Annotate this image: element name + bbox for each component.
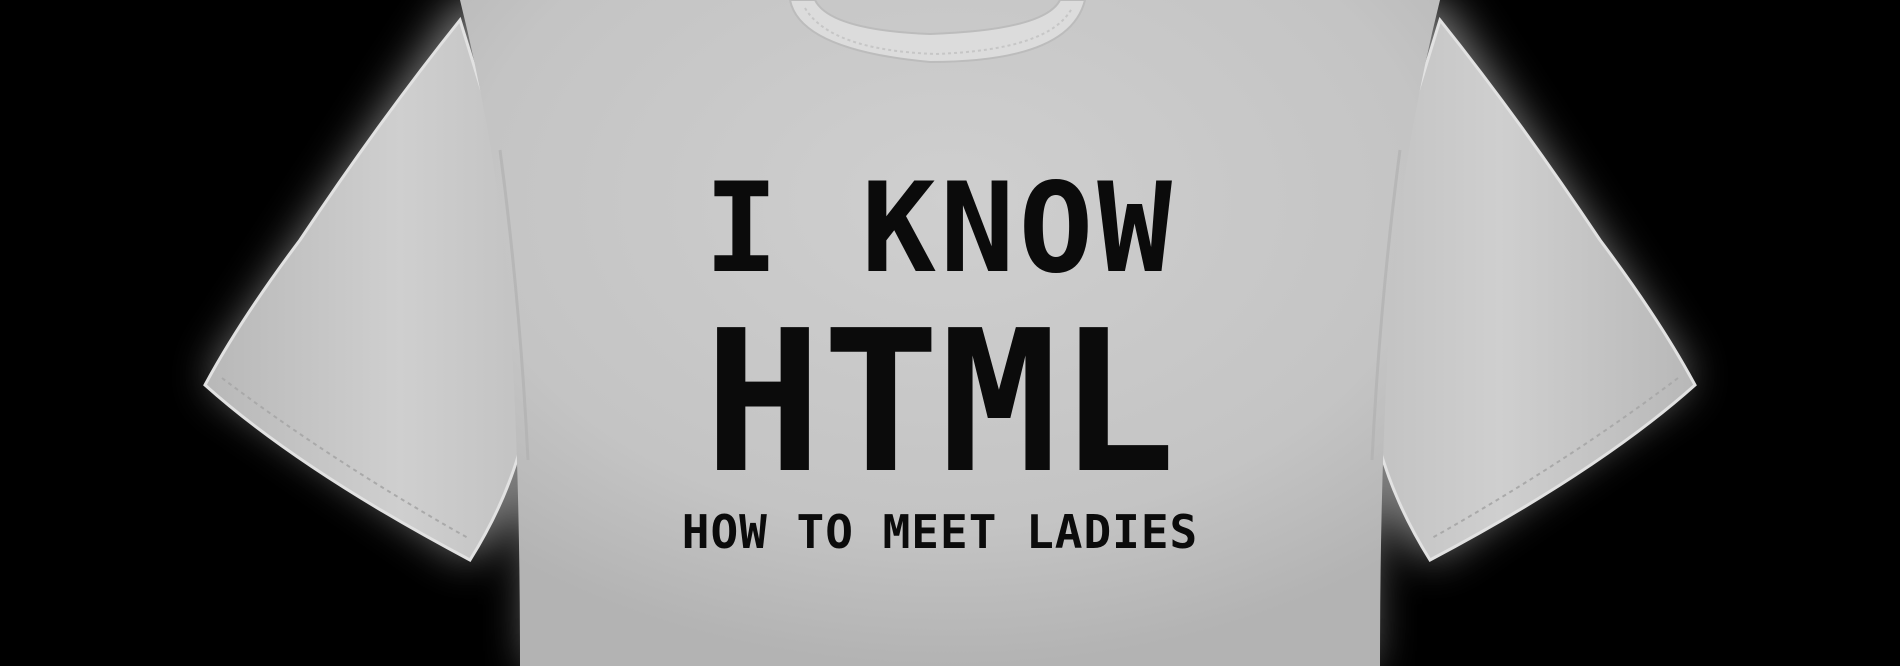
print-line-1: I KNOW [704,157,1176,301]
print-line-2: HTML [703,289,1176,517]
print-line-3: HOW TO MEET LADIES [681,505,1199,559]
tshirt-photo: I KNOW HTML HOW TO MEET LADIES [0,0,1900,666]
